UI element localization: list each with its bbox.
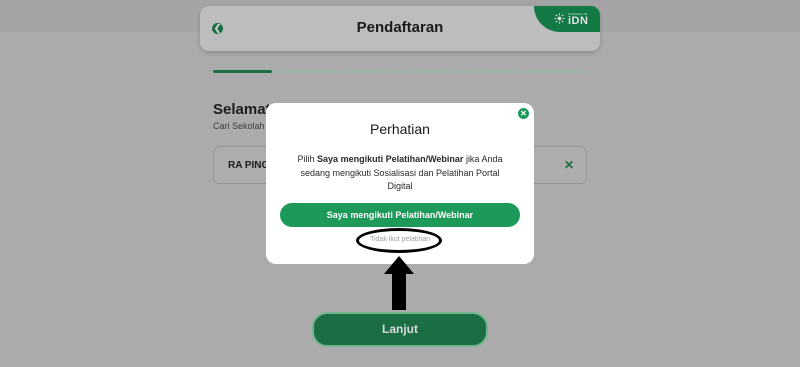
close-icon: ✕ <box>520 109 527 118</box>
progress-step <box>275 70 336 73</box>
header-bar: ❮ Pendaftaran KURIKULUM iDN <box>200 6 600 51</box>
modal-close-button[interactable]: ✕ <box>518 108 529 119</box>
progress-step <box>213 70 273 73</box>
brand-name: iDN <box>568 15 589 27</box>
modal-message-emphasis: Saya mengikuti Pelatihan/Webinar <box>317 154 464 164</box>
annotation-arrow-icon <box>384 256 414 310</box>
modal-message: Pilih Saya mengikuti Pelatihan/Webinar j… <box>290 153 510 194</box>
progress-step <box>527 70 587 73</box>
welcome-heading: Selamat <box>213 101 271 118</box>
annotation-ellipse <box>356 228 442 253</box>
join-training-button[interactable]: Saya mengikuti Pelatihan/Webinar <box>280 203 520 227</box>
step-progress <box>213 70 587 73</box>
progress-step <box>338 70 399 73</box>
progress-step <box>401 70 462 73</box>
search-school-label: Cari Sekolah <box>213 121 265 131</box>
selected-school-name: RA PING <box>228 160 270 171</box>
next-button[interactable]: Lanjut <box>312 312 488 347</box>
modal-message-prefix: Pilih <box>297 154 318 164</box>
progress-step <box>464 70 525 73</box>
modal-title: Perhatian <box>370 121 430 137</box>
sun-icon <box>554 13 565 24</box>
close-icon[interactable]: ✕ <box>564 158 574 172</box>
